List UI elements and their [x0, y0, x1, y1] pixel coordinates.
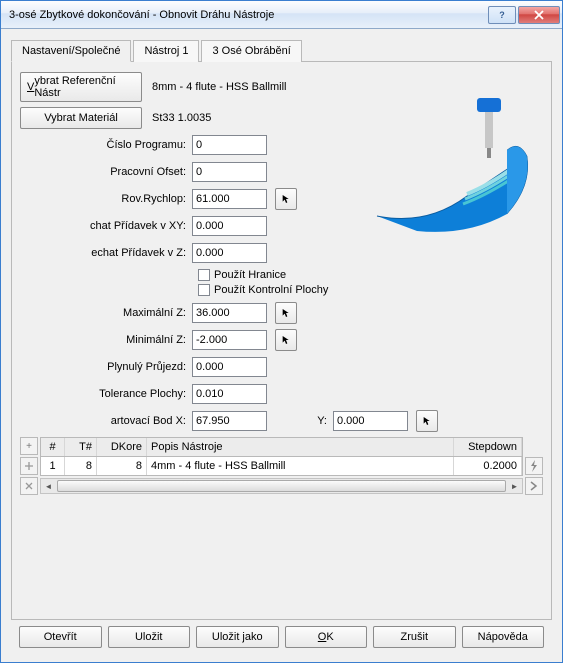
label-min-z: Minimální Z: [20, 334, 192, 346]
grid-tool-button-4[interactable] [525, 477, 543, 495]
ok-button[interactable]: OOKK [285, 626, 368, 648]
hdr-index[interactable]: # [41, 438, 65, 456]
hdr-dkore[interactable]: DKore [97, 438, 147, 456]
input-tolerance[interactable] [192, 384, 267, 404]
select-ref-tool-button[interactable]: Vybrat Referenční Nástr [20, 72, 142, 102]
x-small-icon [24, 481, 34, 491]
input-work-offset[interactable] [192, 162, 267, 182]
save-as-button[interactable]: Uložit jako [196, 626, 279, 648]
label-smooth: Plynulý Průjezd: [20, 361, 192, 373]
label-tolerance: Tolerance Plochy: [20, 388, 192, 400]
help-footer-button[interactable]: Nápověda [462, 626, 545, 648]
select-ref-tool-label: ybrat Referenční Nástr [34, 75, 135, 99]
ref-tool-description: 8mm - 4 flute - HSS Ballmill [152, 81, 286, 93]
cell-stepdown: 0.2000 [454, 457, 522, 475]
input-max-z[interactable] [192, 303, 267, 323]
tab-3axis[interactable]: 3 Osé Obrábění [201, 40, 301, 62]
grid-tool-button-2[interactable] [20, 477, 38, 495]
window-title: 3-osé Zbytkové dokončování - Obnovit Drá… [9, 9, 488, 21]
grid-tool-button-1[interactable] [20, 457, 38, 475]
grid-side-buttons: + [20, 437, 38, 495]
material-description: St33 1.0035 [152, 112, 211, 124]
tool-grid: + # T# DKore Popis Nástroje [20, 437, 543, 495]
table-row[interactable]: 1 8 8 4mm - 4 flute - HSS Ballmill 0.200… [40, 457, 523, 476]
hdr-desc[interactable]: Popis Nástroje [147, 438, 454, 456]
chevron-right-icon [530, 481, 538, 491]
footer-buttons: Otevřít Uložit Uložit jako OOKK Zrušit N… [11, 620, 552, 656]
hdr-stepdown[interactable]: Stepdown [454, 438, 522, 456]
tab-content: Vybrat Referenční Nástr 8mm - 4 flute - … [11, 62, 552, 620]
hdr-tnum[interactable]: T# [65, 438, 97, 456]
cell-dkore: 8 [97, 457, 147, 475]
label-max-z: Maximální Z: [20, 307, 192, 319]
titlebar: 3-osé Zbytkové dokončování - Obnovit Drá… [1, 1, 562, 29]
arrow-cursor-icon [282, 192, 290, 206]
scroll-left-arrow[interactable]: ◄ [41, 479, 56, 493]
label-rapid: Rov.Rychlop: [20, 193, 192, 205]
input-min-z[interactable] [192, 330, 267, 350]
cell-desc: 4mm - 4 flute - HSS Ballmill [147, 457, 454, 475]
save-button[interactable]: Uložit [108, 626, 191, 648]
help-button[interactable]: ? [488, 6, 516, 24]
select-material-button[interactable]: Vybrat Materiál [20, 107, 142, 129]
label-start-x: artovací Bod X: [20, 415, 192, 427]
horizontal-scrollbar[interactable]: ◄ ► [40, 478, 523, 494]
input-program[interactable] [192, 135, 267, 155]
add-row-button[interactable]: + [20, 437, 38, 455]
checkbox-use-check-surfaces[interactable] [198, 284, 210, 296]
pick-min-z-button[interactable] [275, 329, 297, 351]
close-button[interactable] [518, 6, 560, 24]
lightning-icon [529, 460, 539, 472]
input-allow-z[interactable] [192, 243, 267, 263]
tab-bar: Nastavení/Společné Nástroj 1 3 Osé Obráb… [11, 39, 552, 62]
open-button[interactable]: Otevřít [19, 626, 102, 648]
label-allow-z: echat Přídavek v Z: [20, 247, 192, 259]
plus-small-icon [24, 461, 34, 471]
arrow-cursor-icon [282, 306, 290, 320]
cancel-button[interactable]: Zrušit [373, 626, 456, 648]
tab-tool1[interactable]: Nástroj 1 [133, 40, 199, 62]
label-use-check-surfaces: Použít Kontrolní Plochy [214, 284, 328, 296]
arrow-cursor-icon [423, 414, 431, 428]
preview-illustration [357, 96, 543, 236]
titlebar-buttons: ? [488, 6, 560, 24]
input-rapid[interactable] [192, 189, 267, 209]
scroll-thumb[interactable] [57, 480, 506, 492]
tab-settings[interactable]: Nastavení/Společné [11, 40, 131, 62]
input-allow-xy[interactable] [192, 216, 267, 236]
cell-tnum: 8 [65, 457, 97, 475]
label-use-boundary: Použít Hranice [214, 269, 286, 281]
checkbox-use-boundary[interactable] [198, 269, 210, 281]
scroll-right-arrow[interactable]: ► [507, 479, 522, 493]
input-start-y[interactable] [333, 411, 408, 431]
label-allow-xy: chat Přídavek v XY: [20, 220, 192, 232]
pick-start-button[interactable] [416, 410, 438, 432]
dialog-window: 3-osé Zbytkové dokončování - Obnovit Drá… [0, 0, 563, 663]
pick-rapid-button[interactable] [275, 188, 297, 210]
pick-max-z-button[interactable] [275, 302, 297, 324]
input-start-x[interactable] [192, 411, 267, 431]
arrow-cursor-icon [282, 333, 290, 347]
input-smooth[interactable] [192, 357, 267, 377]
grid-header: # T# DKore Popis Nástroje Stepdown [40, 437, 523, 457]
grid-side-buttons-right [525, 437, 543, 495]
label-program: Číslo Programu: [20, 139, 192, 151]
label-work-offset: Pracovní Ofset: [20, 166, 192, 178]
label-start-y: Y: [279, 415, 327, 427]
client-area: Nastavení/Společné Nástroj 1 3 Osé Obráb… [1, 29, 562, 662]
grid-tool-button-3[interactable] [525, 457, 543, 475]
cell-index: 1 [41, 457, 65, 475]
